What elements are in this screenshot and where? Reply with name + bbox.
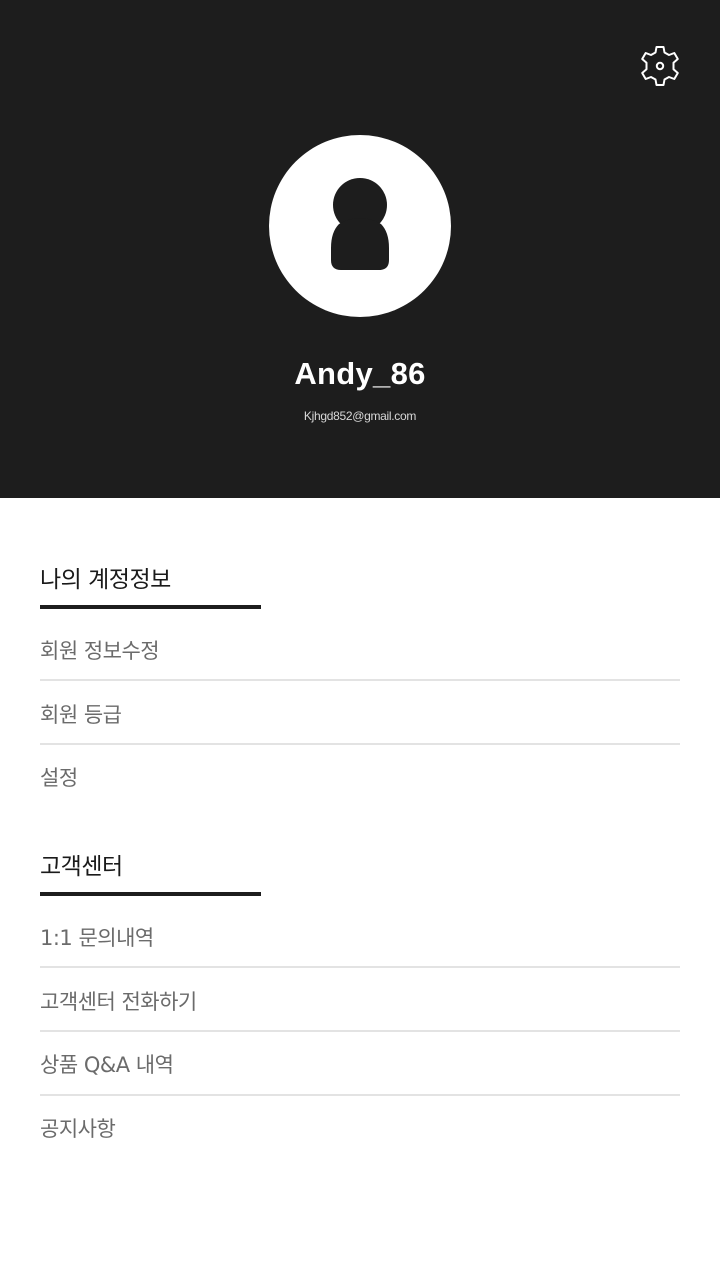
- menu-item-product-qa-history[interactable]: 상품 Q&A 내역: [40, 1032, 680, 1095]
- my-page: Andy_86 Kjhgd852@gmail.com 나의 계정정보 회원 정보…: [0, 0, 720, 1280]
- divider: [40, 679, 680, 681]
- section-title-customer-center: 고객센터: [40, 854, 123, 880]
- menu-item-call-customer-center[interactable]: 고객센터 전화하기: [40, 969, 680, 1032]
- section-title-account: 나의 계정정보: [40, 567, 171, 593]
- section-underline: [40, 892, 261, 896]
- menu-item-edit-profile[interactable]: 회원 정보수정: [40, 618, 680, 681]
- menu-item-notices[interactable]: 공지사항: [40, 1096, 680, 1159]
- profile-email: Kjhgd852@gmail.com: [303, 409, 417, 423]
- settings-button[interactable]: [634, 42, 686, 90]
- menu-item-membership-grade[interactable]: 회원 등급: [40, 682, 680, 745]
- gear-icon: [641, 46, 679, 86]
- profile-username: Andy_86: [294, 356, 426, 391]
- menu-item-settings[interactable]: 설정: [40, 745, 680, 808]
- profile-header: Andy_86 Kjhgd852@gmail.com: [0, 0, 720, 498]
- avatar[interactable]: [269, 135, 451, 317]
- user-silhouette-icon: [331, 178, 389, 270]
- section-underline: [40, 605, 261, 609]
- menu-item-inquiry-history[interactable]: 1:1 문의내역: [40, 905, 680, 968]
- divider: [40, 966, 680, 968]
